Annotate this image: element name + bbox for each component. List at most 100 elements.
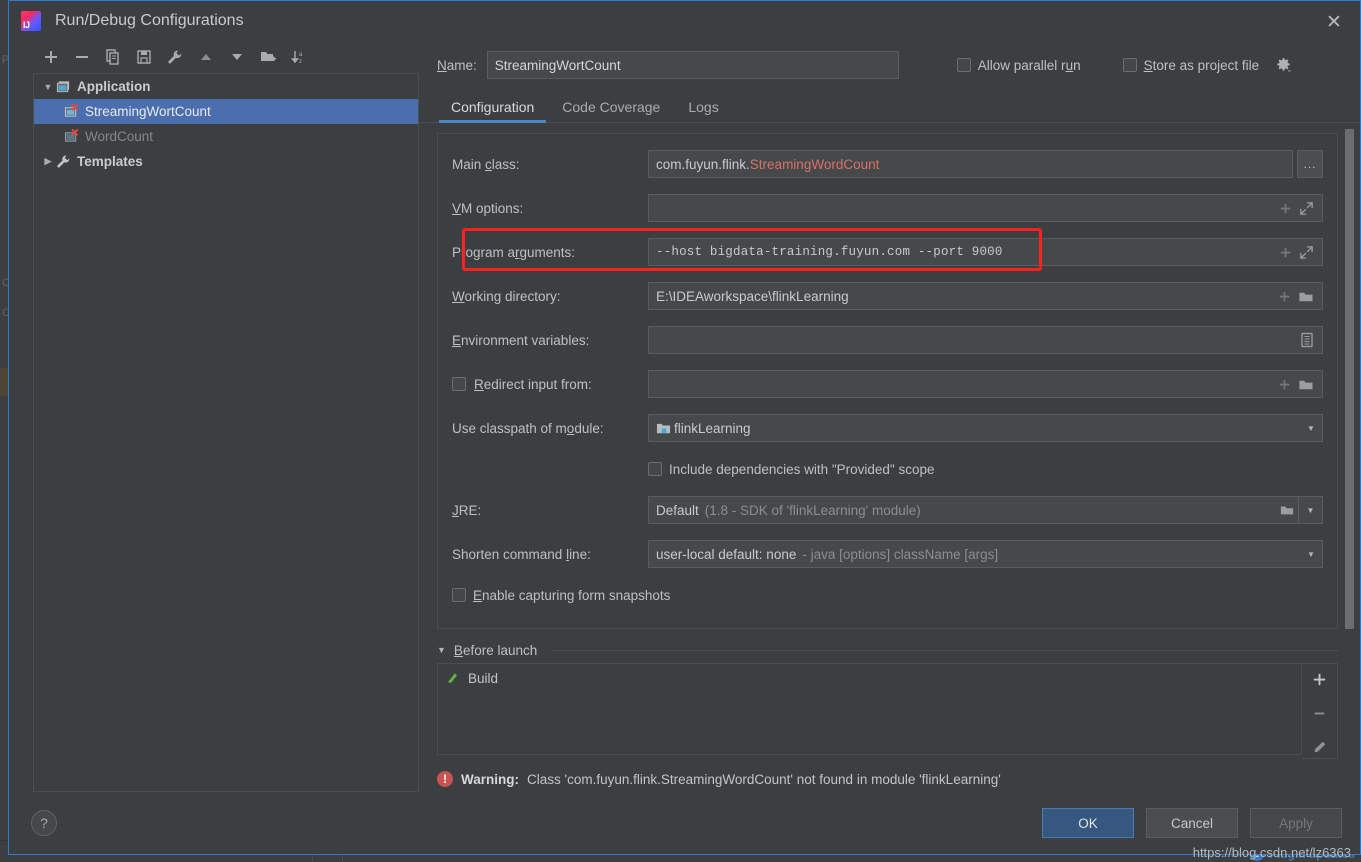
tree-toolbar: a z: [33, 41, 419, 73]
move-down-button[interactable]: [223, 44, 251, 70]
svg-text:a: a: [299, 52, 303, 58]
shorten-command-line-detail: - java [options] className [args]: [802, 546, 999, 562]
before-launch-header[interactable]: ▼ Before launch: [437, 637, 1338, 663]
tree-node-application[interactable]: ▼ Application: [34, 74, 418, 99]
help-button[interactable]: ?: [31, 810, 57, 836]
checkbox-box: [956, 58, 971, 72]
allow-parallel-run-checkbox[interactable]: Allow parallel run: [956, 58, 1081, 73]
tree-node-label: StreamingWortCount: [85, 104, 211, 119]
remove-configuration-button[interactable]: [68, 44, 96, 70]
program-arguments-expand-icon[interactable]: [1299, 245, 1314, 260]
chevron-down-icon[interactable]: ▼: [40, 82, 56, 92]
chevron-down-icon[interactable]: ▼: [1300, 541, 1322, 567]
cancel-button[interactable]: Cancel: [1146, 808, 1238, 838]
checkbox-box: [1122, 58, 1137, 72]
working-directory-row: Working directory: E:\IDEAworkspace\flin…: [452, 274, 1323, 318]
jre-value-detail: (1.8 - SDK of 'flinkLearning' module): [704, 502, 921, 518]
vm-options-label: VM options:: [452, 200, 524, 216]
redirect-input-input[interactable]: [648, 370, 1323, 398]
classpath-module-label: Use classpath of module:: [452, 420, 604, 436]
include-provided-checkbox[interactable]: Include dependencies with "Provided" sco…: [648, 462, 935, 477]
include-provided-label: Include dependencies with "Provided" sco…: [669, 461, 935, 477]
redirect-input-browse-icon[interactable]: [1298, 377, 1314, 392]
chevron-down-icon[interactable]: ▼: [437, 645, 446, 655]
jre-select[interactable]: Default (1.8 - SDK of 'flinkLearning' mo…: [648, 496, 1299, 524]
tree-node-templates[interactable]: ▶ Templates: [34, 149, 418, 174]
working-directory-insert-macro-icon[interactable]: [1277, 289, 1292, 304]
tab-code-coverage[interactable]: Code Coverage: [548, 99, 674, 122]
environment-variables-label: Environment variables:: [452, 332, 590, 348]
redirect-input-label-wrap[interactable]: Redirect input from:: [452, 377, 648, 392]
wrench-icon: [56, 154, 76, 169]
redirect-input-label: Redirect input from:: [474, 376, 592, 392]
environment-variables-input[interactable]: [648, 326, 1323, 354]
environment-variables-edit-icon[interactable]: [1300, 332, 1314, 348]
backdrop-highlight-strip: [0, 368, 8, 396]
shorten-command-line-row: Shorten command line: user-local default…: [452, 532, 1323, 576]
vm-options-insert-macro-icon[interactable]: [1278, 201, 1293, 216]
add-task-button[interactable]: [1307, 668, 1333, 690]
scrollbar-thumb[interactable]: [1345, 129, 1354, 629]
edit-task-button[interactable]: [1307, 736, 1333, 758]
vm-options-input[interactable]: [648, 194, 1323, 222]
move-up-button[interactable]: [192, 44, 220, 70]
warning-icon: !: [437, 771, 453, 787]
remove-task-button[interactable]: [1307, 702, 1333, 724]
close-icon[interactable]: ✕: [1322, 10, 1346, 34]
configurations-pane: a z ▼ Application StreamingWortCount Wor…: [9, 41, 419, 792]
redirect-input-checkbox[interactable]: [452, 377, 466, 391]
main-class-browse-button[interactable]: ...: [1297, 150, 1323, 178]
shorten-command-line-select[interactable]: user-local default: none - java [options…: [648, 540, 1323, 568]
copy-configuration-button[interactable]: [99, 44, 127, 70]
working-directory-browse-icon[interactable]: [1298, 289, 1314, 304]
classpath-module-select[interactable]: flinkLearning ▼: [648, 414, 1323, 442]
main-class-input[interactable]: com.fuyun.flink. StreamingWordCount: [648, 150, 1293, 178]
program-arguments-label: Program arguments:: [452, 244, 576, 260]
before-launch-task-build[interactable]: Build: [438, 666, 1301, 690]
working-directory-input[interactable]: E:\IDEAworkspace\flinkLearning: [648, 282, 1323, 310]
edit-templates-button[interactable]: [161, 44, 189, 70]
jre-browse-icon[interactable]: [1276, 497, 1298, 523]
module-icon: [656, 421, 674, 436]
store-as-project-file-label: Store as project file: [1143, 57, 1260, 73]
classpath-module-value: flinkLearning: [674, 420, 751, 436]
jre-row: JRE: Default (1.8 - SDK of 'flinkLearnin…: [452, 488, 1323, 532]
before-launch-actions: [1302, 663, 1338, 759]
dialog-body: a z ▼ Application StreamingWortCount Wor…: [9, 41, 1360, 792]
shorten-command-line-value: user-local default: none: [656, 546, 797, 562]
program-arguments-input[interactable]: --host bigdata-training.fuyun.com --port…: [648, 238, 1323, 266]
jre-dropdown-arrow[interactable]: ▼: [1299, 496, 1323, 524]
shorten-command-line-label: Shorten command line:: [452, 546, 591, 562]
program-arguments-insert-macro-icon[interactable]: [1278, 245, 1293, 260]
chevron-down-icon[interactable]: ▼: [1300, 415, 1322, 441]
chevron-right-icon[interactable]: ▶: [40, 156, 56, 167]
before-launch-task-list[interactable]: Build: [437, 663, 1302, 755]
tree-node-wordcount[interactable]: WordCount: [34, 124, 418, 149]
build-hammer-icon: [446, 670, 460, 687]
configuration-form: Main class: com.fuyun.flink. StreamingWor…: [419, 123, 1360, 792]
add-configuration-button[interactable]: [37, 44, 65, 70]
apply-button[interactable]: Apply: [1250, 808, 1342, 838]
dialog-title: Run/Debug Configurations: [55, 12, 244, 29]
new-folder-button[interactable]: [254, 44, 282, 70]
sort-az-button[interactable]: a z: [285, 44, 313, 70]
tab-logs[interactable]: Logs: [674, 99, 732, 122]
gear-icon[interactable]: [1273, 55, 1293, 75]
name-label: Name:: [437, 57, 477, 73]
tree-node-streamingwortcount[interactable]: StreamingWortCount: [34, 99, 418, 124]
vm-options-expand-icon[interactable]: [1299, 201, 1314, 216]
classpath-module-row: Use classpath of module: flinkLearning ▼: [452, 406, 1323, 450]
form-scrollbar[interactable]: [1345, 129, 1354, 699]
jre-value: Default: [656, 502, 699, 518]
warning-prefix: Warning:: [461, 771, 519, 787]
configurations-tree[interactable]: ▼ Application StreamingWortCount WordCou…: [33, 73, 419, 792]
store-as-project-file-checkbox[interactable]: Store as project file: [1122, 57, 1260, 73]
name-input[interactable]: [486, 51, 899, 79]
save-configuration-button[interactable]: [130, 44, 158, 70]
ok-button[interactable]: OK: [1042, 808, 1134, 838]
enable-snapshots-label: Enable capturing form snapshots: [473, 587, 671, 603]
redirect-input-insert-macro-icon[interactable]: [1277, 377, 1292, 392]
enable-snapshots-checkbox[interactable]: Enable capturing form snapshots: [452, 588, 670, 603]
name-row: Name: Allow parallel run Store as projec…: [419, 41, 1360, 89]
tab-configuration[interactable]: Configuration: [437, 99, 548, 123]
